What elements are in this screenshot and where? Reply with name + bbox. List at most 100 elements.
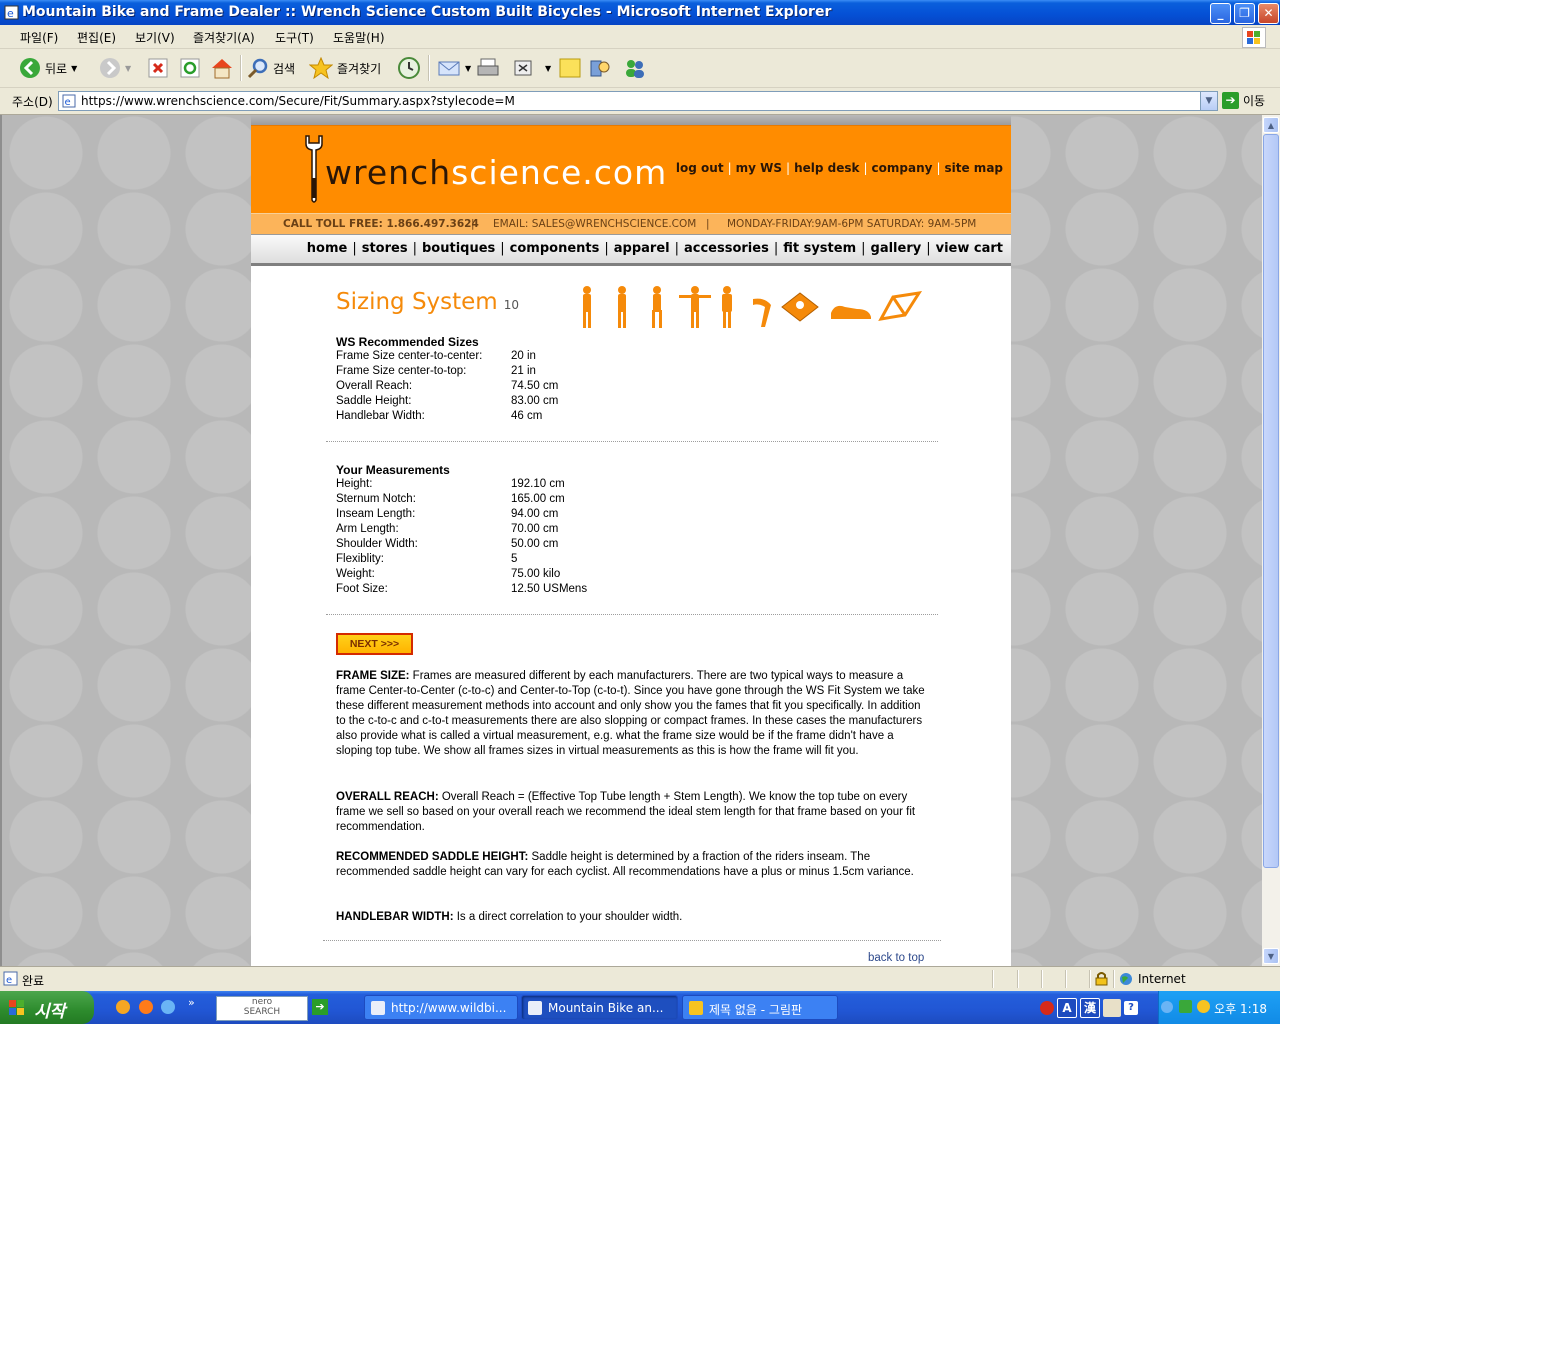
menu-favorites[interactable]: 즐겨찾기(A)	[193, 29, 255, 46]
nav-boutiques[interactable]: boutiques	[422, 241, 495, 256]
forward-dropdown-icon[interactable]: ▼	[125, 64, 131, 73]
ie-icon	[528, 1001, 542, 1015]
nero-search-box[interactable]: nero SEARCH	[216, 996, 308, 1021]
research-button[interactable]	[589, 56, 611, 80]
para-heading: OVERALL REACH:	[336, 791, 439, 803]
note-icon	[559, 58, 581, 78]
site-logo[interactable]: wrenchscience.com	[303, 134, 666, 204]
ime-alpha-icon[interactable]: A	[1057, 997, 1077, 1018]
back-button[interactable]: 뒤로 ▼	[19, 56, 77, 80]
minimize-button[interactable]: _	[1210, 3, 1231, 24]
vertical-scrollbar[interactable]: ▲ ▼	[1262, 115, 1280, 966]
ime-hanja-icon[interactable]: 漢	[1080, 997, 1100, 1018]
menu-edit[interactable]: 편집(E)	[77, 29, 116, 46]
status-separator	[992, 970, 994, 988]
nav-separator: |	[412, 241, 417, 256]
task-wildbike[interactable]: http://www.wildbi...	[364, 995, 518, 1020]
task-mountain-bike[interactable]: Mountain Bike an...	[521, 995, 678, 1020]
link-company[interactable]: company	[872, 161, 933, 175]
row-value: 83.00 cm	[511, 395, 559, 407]
scroll-down-icon[interactable]: ▼	[1263, 948, 1279, 964]
measurement-row: Weight: 75.00 kilo	[336, 568, 736, 583]
ime-korea-icon[interactable]	[1040, 1000, 1054, 1015]
menu-view[interactable]: 보기(V)	[135, 29, 175, 46]
back-to-top-link[interactable]: back to top	[868, 952, 924, 964]
task-paint[interactable]: 제목 없음 - 그림판	[682, 995, 838, 1020]
favorites-button[interactable]: 즐겨찾기	[309, 56, 381, 80]
address-dropdown-icon[interactable]: ▼	[1200, 92, 1217, 110]
edit-button[interactable]: ▼	[513, 56, 551, 80]
link-my-ws[interactable]: my WS	[736, 161, 782, 175]
page-title: Sizing System 10	[336, 289, 519, 315]
ime-help-icon[interactable]: ?	[1124, 1000, 1138, 1015]
quicklaunch-more-icon[interactable]: »	[188, 996, 195, 1009]
status-separator	[1089, 970, 1091, 988]
stop-button[interactable]	[148, 56, 168, 80]
scroll-thumb[interactable]	[1263, 134, 1279, 868]
nav-fit-system[interactable]: fit system	[783, 241, 856, 256]
svg-text:e: e	[6, 975, 12, 986]
status-separator	[1065, 970, 1067, 988]
logo-text-wrench: wrench	[325, 153, 452, 192]
measurements-heading: Your Measurements	[336, 463, 450, 477]
nav-gallery[interactable]: gallery	[871, 241, 922, 256]
forward-button[interactable]: ▼	[99, 56, 131, 80]
mail-button[interactable]: ▼	[437, 56, 471, 80]
title-bar[interactable]: e Mountain Bike and Frame Dealer :: Wren…	[0, 0, 1280, 25]
flexibility-icon	[753, 298, 771, 327]
nav-stores[interactable]: stores	[362, 241, 408, 256]
nav-home[interactable]: home	[307, 241, 348, 256]
discuss-button[interactable]	[559, 56, 581, 80]
address-input[interactable]: e https://www.wrenchscience.com/Secure/F…	[58, 91, 1218, 111]
address-bar: 주소(D) e https://www.wrenchscience.com/Se…	[0, 88, 1280, 115]
menu-file[interactable]: 파일(F)	[20, 29, 58, 46]
row-label: Frame Size center-to-top:	[336, 365, 467, 377]
divider	[326, 441, 938, 442]
row-label: Height:	[336, 478, 373, 490]
inseam-icon	[652, 286, 662, 328]
scroll-up-icon[interactable]: ▲	[1263, 117, 1279, 133]
nav-apparel[interactable]: apparel	[614, 241, 670, 256]
nav-separator: |	[773, 241, 779, 256]
link-log-out[interactable]: log out	[676, 161, 724, 175]
task-label: Mountain Bike an...	[548, 1001, 664, 1015]
print-button[interactable]	[476, 56, 500, 80]
email-text[interactable]: EMAIL: SALES@WRENCHSCIENCE.COM	[493, 218, 696, 230]
para-text: Is a direct correlation to your shoulder…	[453, 911, 683, 923]
search-button[interactable]: 검색	[247, 56, 295, 80]
quicklaunch-app-icon[interactable]	[116, 1000, 130, 1014]
logo-text-science: science	[451, 153, 583, 192]
home-button[interactable]	[210, 56, 234, 80]
menu-tools[interactable]: 도구(T)	[275, 29, 314, 46]
ime-pad-icon[interactable]	[1103, 998, 1121, 1017]
row-value: 94.00 cm	[511, 508, 559, 520]
maximize-button[interactable]: ❐	[1234, 3, 1255, 24]
clock[interactable]: 오후 1:18	[1214, 1000, 1267, 1017]
link-help-desk[interactable]: help desk	[794, 161, 859, 175]
nav-accessories[interactable]: accessories	[684, 241, 769, 256]
tray-messenger-icon[interactable]	[1197, 1000, 1210, 1013]
messenger-button[interactable]	[623, 56, 647, 80]
go-button[interactable]: ➔ 이동	[1222, 92, 1265, 109]
refresh-button[interactable]	[180, 56, 200, 80]
link-site-map[interactable]: site map	[945, 161, 1004, 175]
close-button[interactable]: ✕	[1258, 3, 1279, 24]
mail-dropdown-icon[interactable]: ▼	[465, 64, 471, 73]
tray-expand-icon[interactable]	[1161, 1001, 1173, 1013]
next-button[interactable]: NEXT >>>	[336, 633, 413, 655]
menu-help[interactable]: 도움말(H)	[333, 29, 385, 46]
row-value: 5	[511, 553, 518, 565]
edit-dropdown-icon[interactable]: ▼	[545, 64, 551, 73]
lock-icon	[1095, 972, 1108, 986]
start-button[interactable]: 시작	[0, 991, 94, 1024]
back-dropdown-icon[interactable]: ▼	[71, 64, 77, 73]
history-button[interactable]	[398, 56, 420, 80]
nav-components[interactable]: components	[510, 241, 600, 256]
tray-security-icon[interactable]	[1179, 1000, 1192, 1013]
quicklaunch-firefox-icon[interactable]	[139, 1000, 153, 1014]
quicklaunch-ie-icon[interactable]	[161, 1000, 175, 1014]
nav-view-cart[interactable]: view cart	[936, 241, 1003, 256]
back-arrow-icon	[20, 58, 40, 78]
nero-go-icon[interactable]: ➔	[312, 999, 328, 1015]
measurement-row: Shoulder Width: 50.00 cm	[336, 538, 736, 553]
